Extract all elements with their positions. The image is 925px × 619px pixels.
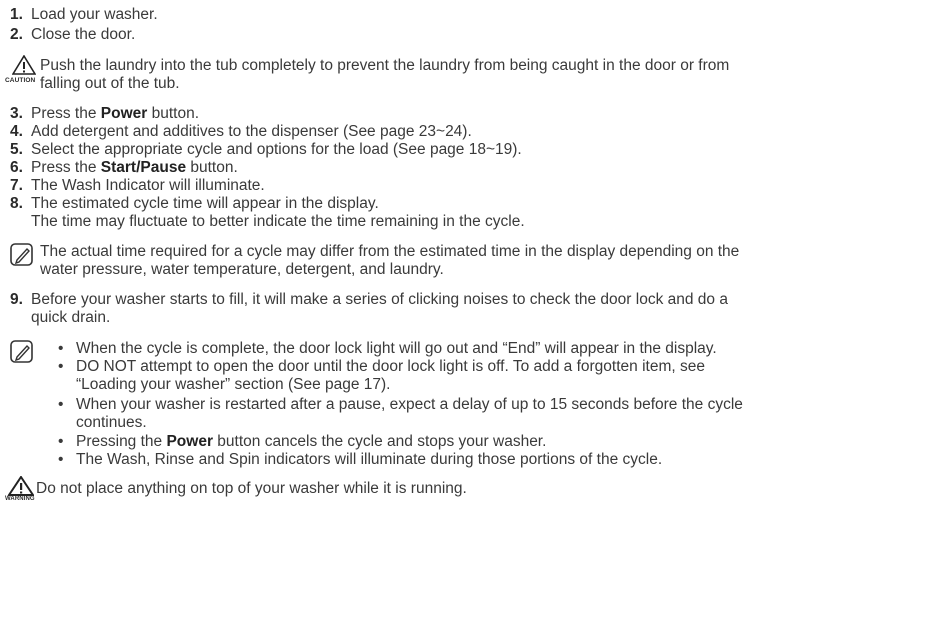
caution-icon — [12, 55, 36, 75]
bullet-text: DO NOT attempt to open the door until th… — [76, 358, 705, 375]
step-number: 3. — [10, 105, 23, 122]
step-text: Select the appropriate cycle and options… — [31, 141, 522, 158]
caution-text-line2: falling out of the tub. — [40, 75, 180, 92]
step-8-continued: The time may fluctuate to better indicat… — [31, 213, 525, 230]
warning-label: WARNING — [5, 496, 35, 502]
step-number: 9. — [10, 291, 23, 308]
step-number: 2. — [10, 26, 23, 43]
step-text: Press the — [31, 159, 101, 176]
bullet-3-continued: continues. — [76, 414, 147, 431]
bullet: • — [58, 358, 64, 375]
step-number: 6. — [10, 159, 23, 176]
start-pause-label: Start/Pause — [100, 159, 187, 176]
caution-text-line1: Push the laundry into the tub completely… — [40, 57, 730, 74]
step-number: 4. — [10, 123, 23, 140]
bullet-text: When your washer is restarted after a pa… — [76, 396, 743, 413]
step-text: Press the — [31, 105, 101, 122]
step-9-continued: quick drain. — [31, 309, 111, 326]
bullet: • — [58, 451, 64, 468]
power-label: Power — [100, 105, 148, 122]
bullet-text-end: button cancels the cycle and stops your … — [212, 433, 547, 450]
power-label: Power — [166, 433, 213, 450]
caution-label: CAUTION — [5, 77, 36, 84]
bullet: • — [58, 433, 64, 450]
step-text-end: button. — [147, 105, 200, 122]
note1-line1: The actual time required for a cycle may… — [40, 243, 740, 260]
bullet-2-continued: “Loading your washer” section (See page … — [76, 376, 391, 393]
step-number: 5. — [10, 141, 23, 158]
step-text: Add detergent and additives to the dispe… — [31, 123, 472, 140]
warning-icon — [8, 476, 34, 496]
note-pencil-icon — [9, 242, 35, 268]
step-number: 1. — [10, 6, 23, 23]
bullet-text: Pressing the — [76, 433, 167, 450]
bullet: • — [58, 396, 64, 413]
step-text-end: button. — [186, 159, 238, 176]
note1-line2: water pressure, water temperature, deter… — [40, 261, 444, 278]
step-number: 7. — [10, 177, 23, 194]
bullet-text: When the cycle is complete, the door loc… — [76, 340, 717, 357]
step-text: Before your washer starts to fill, it wi… — [31, 291, 728, 308]
step-text: The estimated cycle time will appear in … — [31, 195, 379, 212]
step-text: Close the door. — [31, 26, 136, 43]
bullet: • — [58, 340, 64, 357]
step-number: 8. — [10, 195, 23, 212]
bullet-text: The Wash, Rinse and Spin indicators will… — [76, 451, 663, 468]
warning-text: Do not place anything on top of your was… — [36, 480, 467, 497]
step-text: The Wash Indicator will illuminate. — [31, 177, 265, 194]
note-pencil-icon — [9, 339, 35, 365]
step-text: Load your washer. — [31, 6, 158, 23]
